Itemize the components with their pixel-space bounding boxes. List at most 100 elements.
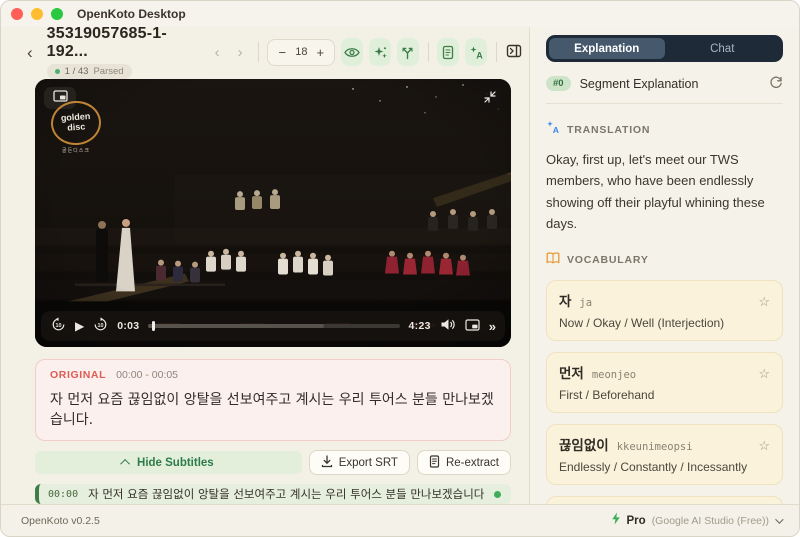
parsed-dot-icon bbox=[54, 69, 60, 74]
playback-speed-button[interactable]: » bbox=[488, 318, 496, 334]
panel-toggle-icon bbox=[506, 44, 522, 61]
hide-subtitles-button[interactable]: Hide Subtitles bbox=[35, 451, 302, 474]
title-block: 35319057685-1-192... 1 / 43 Parsed bbox=[46, 25, 197, 79]
eye-icon bbox=[344, 46, 360, 59]
plan-label: Pro bbox=[626, 514, 646, 527]
translation-section-header: A TRANSLATION bbox=[546, 120, 783, 139]
model-selector[interactable]: Pro (Google AI Studio (Free)) bbox=[611, 512, 784, 530]
video-title: 35319057685-1-192... bbox=[46, 25, 167, 60]
seek-bar-loaded bbox=[148, 324, 325, 328]
seek-bar-thumb[interactable] bbox=[152, 321, 156, 331]
subtitle-text: 자 먼저 요즘 끊임없이 앙탈을 선보여주고 계시는 우리 투어스 분들 만나보… bbox=[88, 487, 484, 501]
export-srt-button[interactable]: Export SRT bbox=[308, 450, 410, 475]
parse-status-label: Parsed bbox=[93, 66, 124, 77]
watermark-line2: disc bbox=[66, 121, 86, 133]
minimize-window-button[interactable] bbox=[31, 8, 43, 20]
vocabulary-section-header: VOCABULARY bbox=[546, 251, 783, 269]
vocab-meaning: Endlessly / Constantly / Incessantly bbox=[559, 459, 748, 474]
panel-content: A TRANSLATION Okay, first up, let's meet… bbox=[530, 104, 799, 504]
translation-heading: TRANSLATION bbox=[567, 123, 651, 136]
skip-forward-10-button[interactable]: 10 bbox=[93, 317, 108, 335]
collapse-video-button[interactable] bbox=[479, 88, 501, 110]
main-area: ‹ 35319057685-1-192... 1 / 43 Parsed ‹ ›… bbox=[1, 25, 799, 504]
app-window: OpenKoto Desktop ‹ 35319057685-1-192... … bbox=[0, 0, 800, 537]
window-title: OpenKoto Desktop bbox=[77, 7, 186, 21]
vocab-romanization: kkeunimeopsi bbox=[616, 440, 693, 453]
branch-button[interactable] bbox=[396, 38, 419, 66]
book-icon bbox=[546, 251, 560, 269]
transcript-document-button[interactable] bbox=[437, 38, 460, 66]
vocab-romanization: meonjeo bbox=[591, 368, 637, 381]
vocab-card: 끊임없이 kkeunimeopsi ☆ Endlessly / Constant… bbox=[546, 423, 783, 485]
golden-disc-watermark: golden disc 골든디스크 bbox=[47, 99, 105, 154]
ai-explain-button[interactable] bbox=[369, 38, 391, 66]
player-controls: 10 ▶ 10 0:03 4:23 » bbox=[41, 311, 505, 341]
vocab-romanization: ja bbox=[579, 296, 593, 309]
play-button[interactable]: ▶ bbox=[75, 319, 84, 333]
explanation-panel: Explanation Chat #0 Segment Explanation … bbox=[529, 27, 799, 504]
toolbar-divider bbox=[496, 42, 497, 62]
back-button[interactable]: ‹ bbox=[21, 42, 39, 63]
double-chevron-icon: » bbox=[488, 318, 496, 334]
volume-icon bbox=[440, 318, 456, 334]
chevron-down-icon bbox=[775, 514, 784, 524]
parse-status-badge: 1 / 43 Parsed bbox=[46, 64, 132, 79]
app-version: OpenKoto v0.2.5 bbox=[21, 514, 100, 527]
pip-control-button[interactable] bbox=[465, 318, 480, 334]
vocabulary-heading: VOCABULARY bbox=[567, 253, 649, 266]
close-window-button[interactable] bbox=[11, 8, 23, 20]
favorite-star-button[interactable]: ☆ bbox=[758, 295, 770, 308]
hide-subtitles-label: Hide Subtitles bbox=[137, 456, 214, 469]
font-size-increase-button[interactable]: + bbox=[310, 44, 330, 61]
visibility-toggle-button[interactable] bbox=[341, 38, 364, 66]
favorite-star-button[interactable]: ☆ bbox=[758, 439, 770, 452]
volume-button[interactable] bbox=[440, 318, 456, 334]
skip-back-10-button[interactable]: 10 bbox=[51, 317, 66, 335]
translate-blue-icon: A bbox=[546, 120, 560, 139]
pip-small-icon bbox=[465, 318, 480, 334]
next-segment-button[interactable]: › bbox=[232, 43, 249, 62]
zoom-window-button[interactable] bbox=[51, 8, 63, 20]
lightning-icon bbox=[611, 512, 621, 530]
skip-back-10-icon: 10 bbox=[51, 317, 66, 335]
document-small-icon bbox=[429, 454, 440, 471]
vocab-word: 먼저 bbox=[559, 365, 584, 382]
reextract-button[interactable]: Re-extract bbox=[416, 450, 511, 475]
traffic-lights bbox=[11, 8, 63, 20]
provider-label: (Google AI Studio (Free)) bbox=[651, 514, 769, 527]
vocab-word: 자 bbox=[559, 293, 572, 310]
vocab-word: 끊임없이 bbox=[559, 437, 609, 454]
subtitle-controls: Hide Subtitles Export SRT Re-extract bbox=[35, 450, 511, 475]
download-icon bbox=[321, 454, 333, 471]
font-size-decrease-button[interactable]: − bbox=[272, 44, 292, 61]
subtitle-timestamp: 00:00 bbox=[48, 488, 79, 500]
regenerate-button[interactable] bbox=[769, 75, 783, 92]
favorite-star-button[interactable]: ☆ bbox=[758, 367, 770, 380]
svg-text:10: 10 bbox=[98, 323, 104, 329]
subtitle-row[interactable]: 00:00 자 먼저 요즘 끊임없이 앙탈을 선보여주고 계시는 우리 투어스 … bbox=[35, 484, 511, 504]
seek-bar[interactable] bbox=[148, 321, 400, 331]
vocab-card: 자 ja ☆ Now / Okay / Well (Interjection) bbox=[546, 279, 783, 341]
video-player[interactable]: golden disc 골든디스크 10 ▶ 10 0:03 4:23 » bbox=[35, 79, 511, 347]
vocab-card: 먼저 meonjeo ☆ First / Beforehand bbox=[546, 351, 783, 413]
original-subtitle-card: ORIGINAL 00:00 - 00:05 자 먼저 요즘 끊임없이 앙탈을 … bbox=[35, 359, 511, 441]
translate-button[interactable]: A bbox=[465, 38, 488, 66]
play-icon: ▶ bbox=[75, 319, 85, 333]
prev-segment-button[interactable]: ‹ bbox=[209, 43, 226, 62]
sparkles-icon bbox=[373, 45, 388, 60]
document-icon bbox=[441, 45, 455, 60]
duration: 4:23 bbox=[408, 320, 431, 332]
translate-icon: A bbox=[469, 45, 484, 60]
segment-header: #0 Segment Explanation bbox=[546, 75, 783, 104]
collapse-icon bbox=[484, 90, 496, 108]
chevron-up-icon bbox=[120, 458, 131, 469]
refresh-icon bbox=[769, 75, 783, 92]
toggle-sidebar-button[interactable] bbox=[506, 39, 523, 65]
tab-explanation[interactable]: Explanation bbox=[549, 38, 665, 59]
segment-number-badge: #0 bbox=[546, 76, 571, 91]
video-frame bbox=[35, 79, 511, 347]
tab-chat[interactable]: Chat bbox=[665, 38, 781, 59]
svg-text:A: A bbox=[476, 50, 483, 60]
segment-title: Segment Explanation bbox=[579, 76, 699, 91]
toolbar: ‹ 35319057685-1-192... 1 / 43 Parsed ‹ ›… bbox=[21, 25, 529, 79]
